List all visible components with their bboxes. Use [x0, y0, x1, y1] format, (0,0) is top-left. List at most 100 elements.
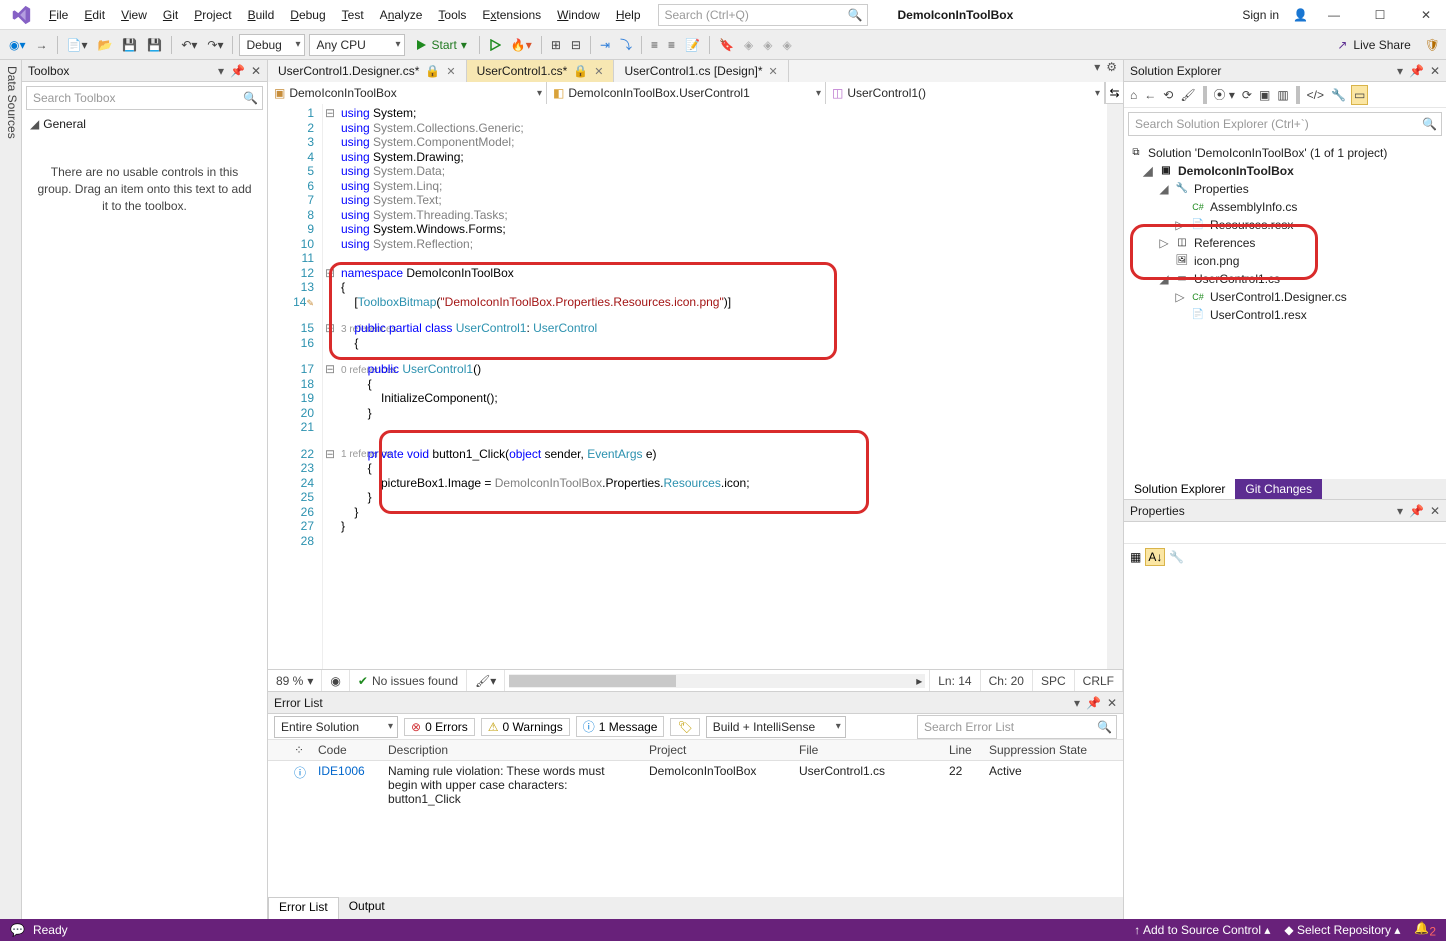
indent-left-button[interactable]: ≡ [648, 36, 661, 54]
solution-tree[interactable]: ⧉Solution 'DemoIconInToolBox' (1 of 1 pr… [1124, 140, 1446, 479]
sync-icon[interactable]: ⟲ [1161, 86, 1175, 104]
pin-icon[interactable]: 📌 [230, 64, 245, 78]
expand-icon[interactable]: ▷ [1174, 216, 1186, 234]
close-icon[interactable]: ✕ [1430, 504, 1440, 518]
tree-node-resources-resx[interactable]: ▷ 📄 Resources.resx [1126, 216, 1444, 234]
zoom-combo[interactable]: 89 % ▾ [268, 670, 322, 691]
menu-file[interactable]: File [42, 4, 75, 26]
home-icon[interactable]: ⌂ [1128, 86, 1139, 104]
maximize-button[interactable]: ☐ [1360, 1, 1400, 29]
bottom-tab-error-list[interactable]: Error List [268, 897, 339, 919]
tree-node-usercontrol1-designer-cs[interactable]: ▷ C# UserControl1.Designer.cs [1126, 288, 1444, 306]
menu-view[interactable]: View [114, 4, 154, 26]
solution-tab-solution-explorer[interactable]: Solution Explorer [1124, 479, 1235, 499]
start-nodebug-button[interactable] [486, 37, 504, 53]
tab-dropdown[interactable]: ▾ [1094, 60, 1100, 82]
menu-git[interactable]: Git [156, 4, 185, 26]
err-col-code[interactable]: Code [312, 740, 382, 761]
bottom-tab-output[interactable]: Output [339, 897, 395, 919]
brush-icon[interactable]: 🖌 [1178, 86, 1197, 104]
tool-5[interactable]: ◈ [779, 36, 794, 54]
open-button[interactable]: 📂 [94, 36, 115, 54]
live-share-button[interactable]: Live Share [1353, 38, 1410, 52]
expand-icon[interactable]: ◢ [1158, 180, 1170, 198]
user-icon[interactable]: 👤 [1293, 8, 1308, 22]
messages-filter[interactable]: ⓘ1 Message [576, 716, 665, 737]
nav-project-combo[interactable]: ▣DemoIconInToolBox [268, 82, 547, 104]
tool-4[interactable]: ◈ [760, 36, 775, 54]
tree-node-assemblyinfo-cs[interactable]: C# AssemblyInfo.cs [1126, 198, 1444, 216]
config-combo[interactable]: Debug [239, 34, 305, 56]
error-scope-combo[interactable]: Entire Solution [274, 716, 398, 738]
tree-node-usercontrol1-resx[interactable]: 📄 UserControl1.resx [1126, 306, 1444, 324]
close-button[interactable]: ✕ [1406, 1, 1446, 29]
pin-icon[interactable]: 📌 [1409, 64, 1424, 78]
sign-in-link[interactable]: Sign in [1234, 6, 1287, 24]
close-icon[interactable]: ✕ [251, 64, 261, 78]
expand-icon[interactable]: ◢ [1158, 270, 1170, 288]
menu-debug[interactable]: Debug [283, 4, 332, 26]
wrench-icon[interactable]: 🔧 [1169, 550, 1184, 564]
undo-button[interactable]: ↶▾ [178, 36, 200, 54]
expand-icon[interactable]: ▷ [1158, 234, 1170, 252]
err-col-description[interactable]: Description [382, 740, 643, 761]
platform-combo[interactable]: Any CPU [309, 34, 405, 56]
properties-icon[interactable]: 🔧 [1329, 86, 1348, 104]
pin-icon[interactable]: 📌 [1409, 504, 1424, 518]
tree-node-demoiconintoolbox[interactable]: ◢ ▣ DemoIconInToolBox [1126, 162, 1444, 180]
comment-button[interactable]: 📝 [682, 36, 703, 54]
tool-3[interactable]: ◈ [741, 36, 756, 54]
error-row[interactable]: ⓘ IDE1006Naming rule violation: These wo… [268, 761, 1123, 810]
err-col-suppression-state[interactable]: Suppression State [983, 740, 1123, 761]
dropdown-icon[interactable]: ▾ [218, 64, 224, 78]
menu-edit[interactable]: Edit [77, 4, 112, 26]
save-all-button[interactable]: 💾 [144, 36, 165, 54]
categorize-icon[interactable]: ▦ [1130, 550, 1141, 564]
close-icon[interactable]: ✕ [1430, 64, 1440, 78]
menu-test[interactable]: Test [335, 4, 371, 26]
error-search-input[interactable]: Search Error List🔍 [917, 715, 1117, 739]
feedback-icon[interactable]: 💬 [10, 923, 25, 937]
warnings-filter[interactable]: ⚠0 Warnings [481, 718, 570, 736]
vertical-scrollbar[interactable] [1107, 104, 1123, 669]
collapse-icon[interactable]: ▣ [1257, 86, 1272, 104]
live-share-icon[interactable]: ↗ [1337, 38, 1347, 52]
step-into-button[interactable]: ⤵ [617, 34, 635, 55]
err-col-project[interactable]: Project [643, 740, 793, 761]
minimize-button[interactable]: — [1314, 1, 1354, 29]
split-button[interactable]: ⇆ [1105, 82, 1123, 103]
select-repository[interactable]: ◆ Select Repository ▴ [1284, 923, 1400, 937]
encoding[interactable]: CRLF [1075, 670, 1123, 691]
refresh-icon[interactable]: ⟳ [1240, 86, 1254, 104]
tab-settings-icon[interactable]: ⚙ [1106, 60, 1117, 82]
dropdown-icon[interactable]: ▾ [1074, 696, 1080, 710]
indent-right-button[interactable]: ≡ [665, 36, 678, 54]
tab-usercontrol1-cs-[interactable]: UserControl1.cs*🔒✕ [467, 60, 615, 82]
back-icon[interactable]: ← [1142, 86, 1158, 104]
menu-project[interactable]: Project [187, 4, 238, 26]
solution-root[interactable]: ⧉Solution 'DemoIconInToolBox' (1 of 1 pr… [1126, 144, 1444, 162]
code-editor[interactable]: 1234567891011121314✎15161718192021222324… [268, 104, 1123, 669]
tab-usercontrol1-cs--design--[interactable]: UserControl1.cs [Design]*✕ [614, 60, 788, 82]
menu-help[interactable]: Help [609, 4, 648, 26]
err-col-file[interactable]: File [793, 740, 943, 761]
scope-icon[interactable]: ⦿ ▾ [1212, 84, 1237, 105]
error-table[interactable]: ⁘CodeDescriptionProjectFileLineSuppressi… [268, 740, 1123, 897]
dropdown-icon[interactable]: ▾ [1397, 64, 1403, 78]
start-debug-button[interactable]: Start ▾ [409, 36, 472, 54]
pin-icon[interactable]: 📌 [1086, 696, 1101, 710]
close-icon[interactable]: ✕ [769, 65, 778, 78]
horizontal-scrollbar[interactable]: ◂▸ [509, 674, 925, 688]
menu-build[interactable]: Build [241, 4, 282, 26]
line-indicator[interactable]: Ln: 14 [930, 670, 980, 691]
error-nav[interactable]: ◉ [322, 670, 349, 691]
tree-node-usercontrol1-cs[interactable]: ◢ ▭ UserControl1.cs [1126, 270, 1444, 288]
add-source-control[interactable]: ↑ Add to Source Control ▴ [1134, 923, 1270, 937]
close-icon[interactable]: ✕ [1107, 696, 1117, 710]
brush-icon[interactable]: 🖌▾ [467, 670, 505, 691]
menu-window[interactable]: Window [550, 4, 607, 26]
dropdown-icon[interactable]: ▾ [1397, 504, 1403, 518]
view-code-icon[interactable]: </> [1305, 86, 1326, 104]
insert-mode[interactable]: SPC [1033, 670, 1075, 691]
new-project-button[interactable]: 📄▾ [64, 36, 91, 54]
